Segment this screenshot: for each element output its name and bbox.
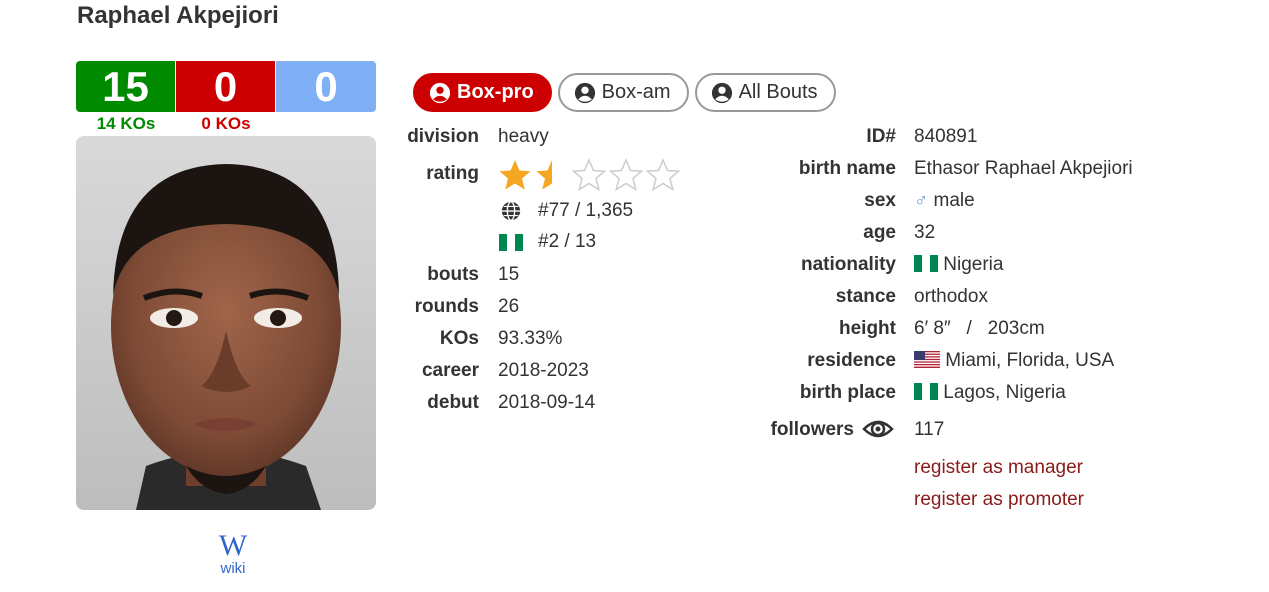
draws-count: 0: [276, 61, 376, 112]
globe-icon: [500, 200, 524, 222]
wins-count: 15: [76, 61, 176, 112]
sex-label: sex: [864, 190, 896, 211]
height-value: 6′ 8″ / 203cm: [914, 318, 1045, 339]
id-value: 840891: [914, 126, 978, 147]
stance-label: stance: [835, 286, 896, 307]
star-half-icon: [536, 160, 552, 190]
boxer-name: Raphael Akpejiori: [77, 2, 279, 29]
bouts-label: bouts: [427, 264, 479, 285]
division-value: heavy: [498, 126, 549, 147]
star-empty-icon: [646, 158, 680, 192]
stance-value: orthodox: [914, 286, 988, 307]
bouts-value: 15: [498, 264, 520, 285]
star-empty-icon: [572, 158, 606, 192]
star-empty-icon: [609, 158, 643, 192]
star-full-icon: [499, 160, 531, 190]
birth-name-value: Ethasor Raphael Akpejiori: [914, 158, 1133, 179]
career-label: career: [421, 360, 479, 381]
nationality-value-wrap: Nigeria: [914, 254, 1003, 276]
user-circle-icon: [429, 82, 451, 103]
career-value: 2018-2023: [498, 360, 589, 381]
losses-count: 0: [176, 61, 276, 112]
residence-label: residence: [807, 350, 896, 371]
boxer-photo: [76, 136, 376, 510]
usa-flag-icon: [914, 351, 940, 368]
rounds-label: rounds: [414, 296, 479, 317]
tab-box-am[interactable]: Box-am: [557, 73, 689, 112]
user-circle-icon: [574, 82, 595, 103]
wiki-link[interactable]: W wiki: [205, 529, 261, 578]
followers-value: 117: [914, 419, 945, 440]
record-summary: 15 0 0: [76, 61, 376, 112]
wikipedia-icon: W: [218, 529, 248, 562]
rounds-value: 26: [498, 296, 520, 317]
birth-place-value: Lagos, Nigeria: [943, 382, 1066, 403]
wiki-label: wiki: [220, 560, 246, 577]
birth-place-value-wrap: Lagos, Nigeria: [914, 382, 1066, 404]
nationality-value: Nigeria: [943, 254, 1004, 275]
height-label: height: [839, 318, 896, 339]
nigeria-flag-icon: [499, 234, 523, 251]
rating-label: rating: [426, 163, 479, 184]
residence-value: Miami, Florida, USA: [945, 350, 1115, 371]
age-value: 32: [914, 222, 936, 243]
sex-value: male: [933, 190, 975, 211]
eye-icon[interactable]: [862, 416, 894, 447]
birth-name-label: birth name: [798, 158, 896, 179]
world-rank[interactable]: #77 / 1,365: [538, 200, 633, 222]
register-manager-link[interactable]: register as manager: [914, 457, 1083, 479]
tab-all-bouts[interactable]: All Bouts: [694, 73, 836, 112]
tab-all-bouts-label: All Bouts: [738, 81, 818, 103]
country-rank[interactable]: #2 / 13: [538, 231, 596, 253]
kos-label: KOs: [439, 328, 479, 349]
birth-place-label: birth place: [799, 382, 896, 403]
kos-value: 93.33%: [498, 328, 563, 349]
debut-value: 2018-09-14: [498, 392, 596, 413]
nigeria-flag-icon: [914, 383, 938, 400]
nigeria-flag-icon: [914, 255, 938, 272]
residence-value-wrap: Miami, Florida, USA: [914, 350, 1114, 372]
id-label: ID#: [866, 126, 896, 147]
age-label: age: [863, 222, 896, 243]
nationality-label: nationality: [800, 254, 896, 275]
tab-box-pro[interactable]: Box-pro: [413, 73, 552, 112]
user-circle-icon: [711, 82, 732, 103]
tab-box-am-label: Box-am: [601, 81, 671, 103]
followers-label: followers: [770, 419, 854, 440]
record-tabs: Box-pro Box-am All Bouts: [413, 73, 836, 112]
losses-kos: 0 KOs: [201, 114, 251, 133]
tab-box-pro-label: Box-pro: [457, 81, 534, 103]
register-promoter-link[interactable]: register as promoter: [914, 489, 1084, 511]
wins-kos: 14 KOs: [96, 114, 156, 133]
male-symbol-icon: ♂: [914, 190, 929, 211]
sex-value-wrap: ♂ male: [914, 190, 975, 212]
debut-label: debut: [427, 392, 479, 413]
division-label: division: [407, 126, 479, 147]
